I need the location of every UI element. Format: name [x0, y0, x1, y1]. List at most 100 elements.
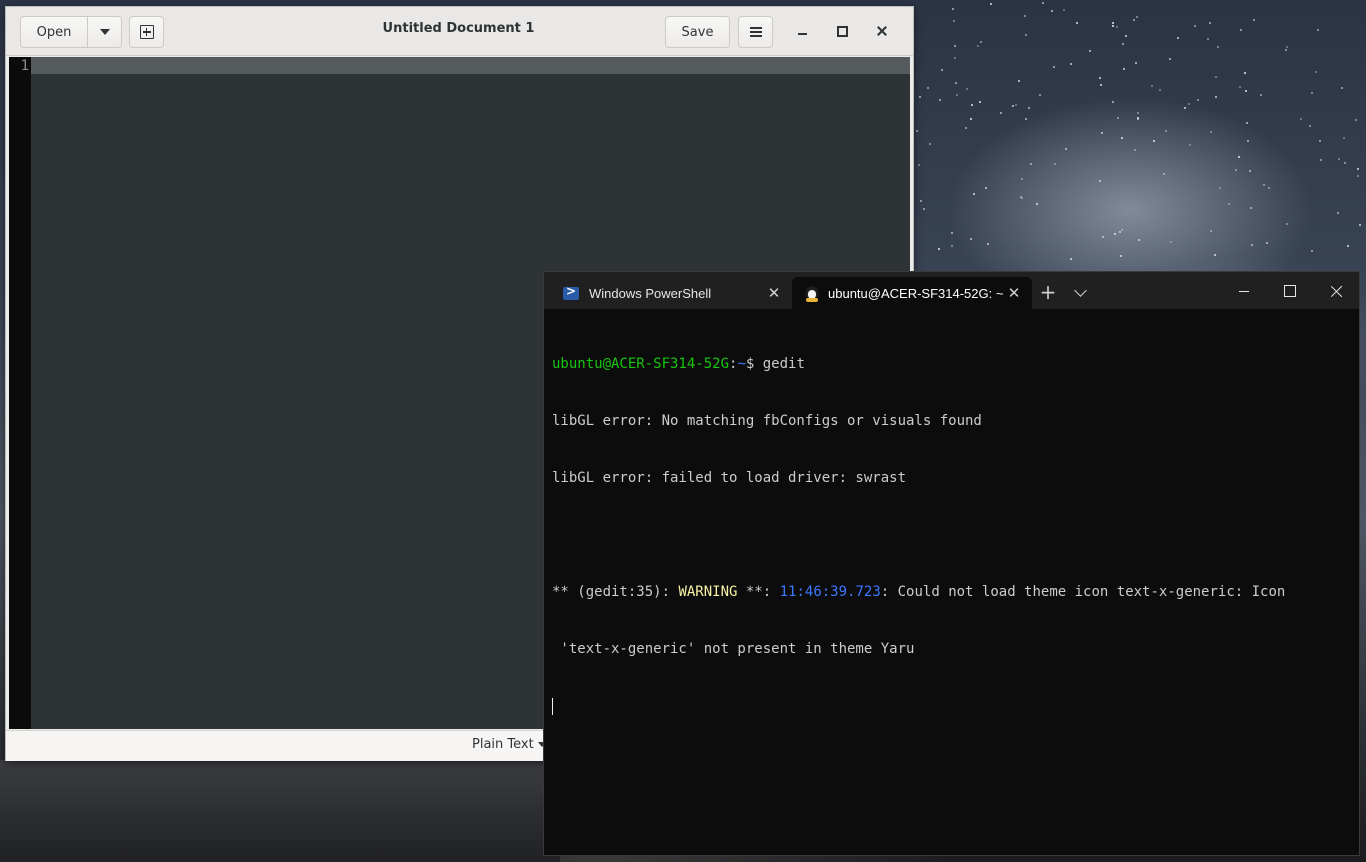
star — [1121, 43, 1124, 46]
terminal-window: Windows PowerShell ✕ ubuntu@ACER-SF314-5… — [543, 271, 1360, 856]
star — [1176, 36, 1179, 39]
maximize-icon — [836, 25, 848, 37]
star — [1238, 85, 1241, 88]
tab-dropdown-button[interactable] — [1068, 280, 1092, 304]
terminal-minimize-button[interactable] — [1224, 278, 1264, 304]
tab-close-icon[interactable]: ✕ — [1004, 284, 1024, 302]
star — [928, 142, 931, 145]
star — [1135, 15, 1138, 18]
star — [1285, 222, 1288, 225]
terminal-line-warning-cont: 'text-x-generic' not present in theme Ya… — [552, 641, 915, 657]
warning-suffix: **: — [737, 584, 780, 600]
star — [1150, 84, 1153, 87]
star — [1000, 111, 1003, 114]
window-title: Untitled Document 1 — [382, 21, 535, 36]
chevron-down-icon — [99, 29, 110, 35]
terminal-line-prompt: ubuntu@ACER-SF314-52G:~$ gedit — [552, 355, 1351, 374]
warning-timestamp: 11:46:39.723 — [779, 584, 881, 600]
star — [1208, 22, 1211, 25]
main-menu-button[interactable] — [738, 16, 773, 48]
star — [1020, 178, 1023, 181]
star — [972, 192, 975, 195]
terminal-tab-bar: Windows PowerShell ✕ ubuntu@ACER-SF314-5… — [544, 272, 1359, 309]
close-icon — [876, 25, 888, 37]
star — [978, 100, 981, 103]
close-icon — [1330, 285, 1343, 298]
save-button-label: Save — [681, 24, 714, 40]
terminal-output[interactable]: ubuntu@ACER-SF314-52G:~$ gedit libGL err… — [552, 317, 1351, 754]
warning-message: : Could not load theme icon text-x-gener… — [880, 584, 1286, 600]
close-button[interactable] — [870, 19, 894, 43]
star — [980, 40, 982, 43]
save-button[interactable]: Save — [665, 16, 730, 48]
line-number: 1 — [20, 58, 29, 74]
star — [1116, 117, 1119, 120]
prompt-symbol: $ — [745, 356, 763, 372]
tab-windows-powershell[interactable]: Windows PowerShell ✕ — [552, 277, 792, 309]
star — [1124, 34, 1127, 37]
star — [1285, 46, 1288, 49]
star — [939, 98, 942, 101]
terminal-line-cursor — [552, 697, 1351, 716]
text-cursor — [552, 697, 553, 715]
new-document-button[interactable] — [129, 16, 164, 48]
star — [1119, 230, 1122, 233]
star — [964, 127, 967, 130]
star — [1187, 102, 1190, 105]
star — [1210, 130, 1213, 133]
minimize-icon — [1239, 290, 1249, 292]
terminal-line-warning: ** (gedit:35): WARNING **: 11:46:39.723:… — [552, 583, 1351, 602]
plus-icon: + — [1039, 280, 1057, 304]
star — [1193, 24, 1196, 27]
terminal-close-button[interactable] — [1316, 278, 1356, 304]
star — [1111, 21, 1114, 24]
language-label: Plain Text — [472, 737, 534, 752]
star — [1227, 202, 1230, 205]
command-text: gedit — [762, 356, 805, 372]
star — [1209, 229, 1212, 232]
minimize-icon — [797, 33, 807, 35]
star — [1136, 111, 1139, 114]
tab-close-icon[interactable]: ✕ — [764, 284, 784, 302]
wallpaper-foreground — [0, 760, 560, 862]
star — [1099, 83, 1102, 86]
maximize-button[interactable] — [830, 19, 854, 43]
linux-tux-icon — [806, 286, 818, 302]
tab-label: ubuntu@ACER-SF314-52G: ~ — [828, 285, 1004, 301]
tab-ubuntu[interactable]: ubuntu@ACER-SF314-52G: ~ ✕ — [792, 277, 1032, 309]
gedit-headerbar: Open Untitled Document 1 Save — [6, 7, 913, 56]
star — [1098, 76, 1101, 79]
star — [1024, 118, 1027, 121]
star — [1206, 37, 1209, 40]
star — [1011, 105, 1014, 108]
prompt-user: ubuntu@ACER-SF314-52G — [552, 356, 730, 372]
terminal-scrollbar[interactable] — [1355, 309, 1359, 855]
terminal-line: libGL error: failed to load driver: swra… — [552, 470, 907, 486]
warning-prefix: ** (gedit:35): — [552, 584, 679, 600]
new-document-icon — [139, 25, 154, 39]
chevron-down-icon — [1073, 283, 1087, 297]
terminal-maximize-button[interactable] — [1270, 278, 1310, 304]
star — [1111, 100, 1114, 103]
maximize-icon — [1284, 285, 1296, 297]
star — [1343, 161, 1346, 164]
star — [1248, 169, 1251, 172]
language-selector[interactable]: Plain Text — [472, 737, 546, 752]
current-line-highlight — [31, 57, 910, 74]
prompt-path: ~ — [737, 356, 746, 372]
star — [1319, 158, 1322, 161]
minimize-button[interactable] — [790, 19, 814, 43]
star — [1122, 67, 1125, 70]
star — [1354, 118, 1357, 121]
new-tab-button[interactable]: + — [1036, 280, 1060, 304]
open-button-label: Open — [36, 24, 72, 40]
open-button[interactable]: Open — [20, 16, 88, 48]
hamburger-menu-icon — [749, 27, 762, 37]
open-recent-dropdown-button[interactable] — [87, 16, 122, 48]
star — [1019, 195, 1022, 198]
star — [986, 243, 989, 246]
line-number-gutter: 1 — [9, 57, 31, 729]
star — [1214, 75, 1217, 78]
star — [1113, 233, 1116, 236]
